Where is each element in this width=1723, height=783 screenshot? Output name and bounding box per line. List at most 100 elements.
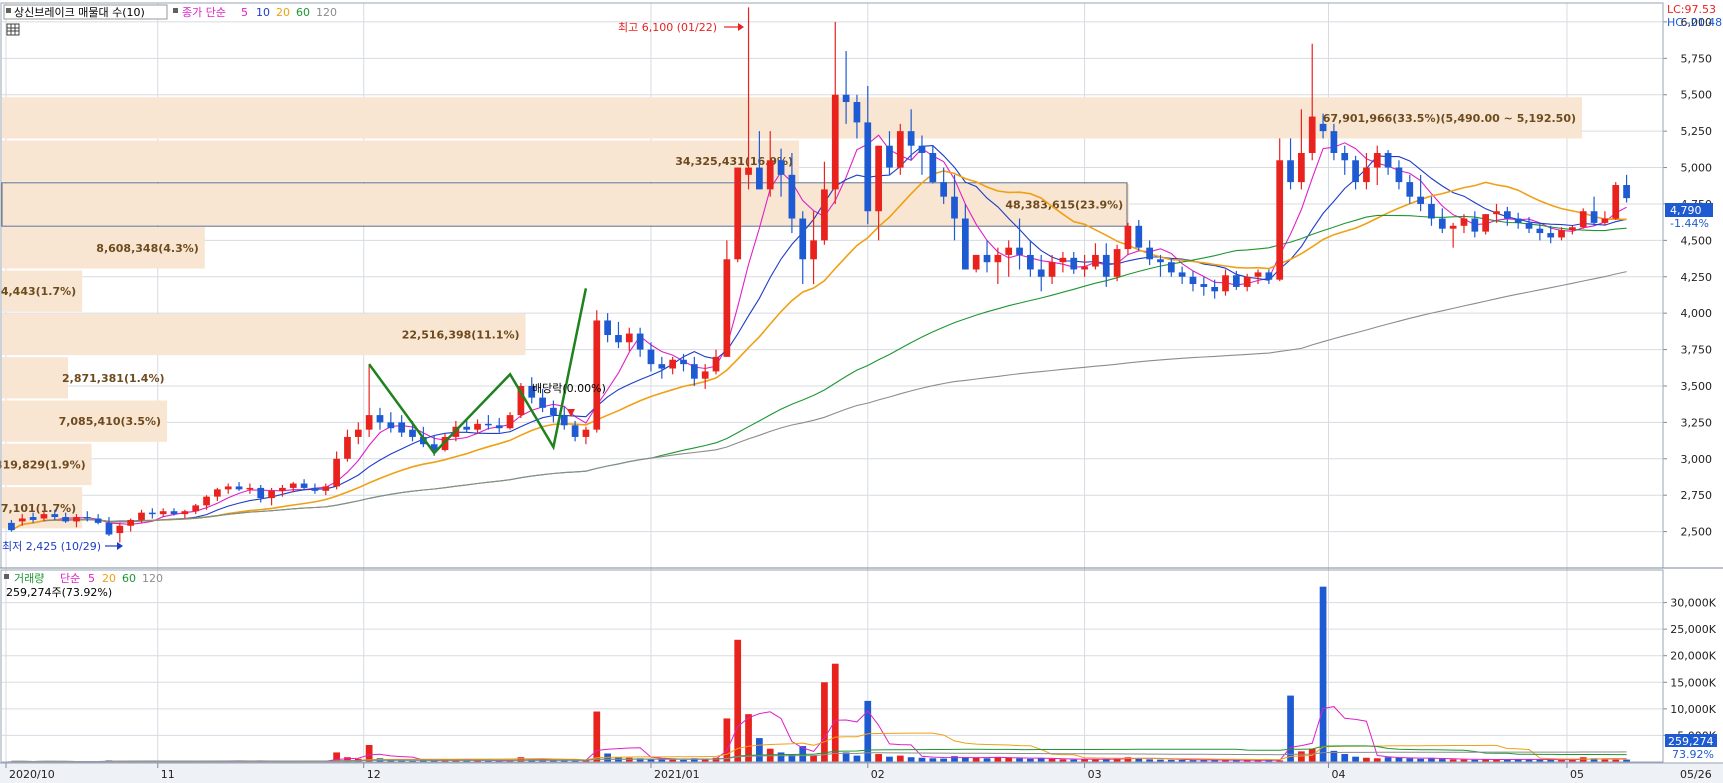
candle-body bbox=[994, 254, 1002, 263]
candle-body bbox=[1623, 185, 1630, 199]
candle-body bbox=[615, 335, 622, 343]
candle-body bbox=[940, 182, 948, 197]
x-tick-label: 03 bbox=[1088, 768, 1102, 781]
candle-body bbox=[593, 320, 601, 430]
candle-body bbox=[1525, 222, 1533, 229]
volume-bar bbox=[929, 758, 937, 762]
candle-body bbox=[94, 518, 102, 523]
candle-body bbox=[1579, 211, 1587, 228]
candle-body bbox=[159, 511, 167, 515]
candle-body bbox=[1352, 160, 1359, 183]
profile-label: 67,901,966(33.5%)(5,490.00 ~ 5,192.50) bbox=[1323, 112, 1576, 125]
candle-body bbox=[723, 259, 731, 357]
candle-body bbox=[929, 152, 937, 183]
y-tick-label: 2,750 bbox=[1681, 489, 1713, 502]
volume-bar bbox=[972, 757, 980, 762]
candle-body bbox=[1232, 275, 1240, 287]
candle-body bbox=[398, 422, 406, 433]
y-tick-label: 4,500 bbox=[1681, 234, 1713, 247]
candle-body bbox=[105, 522, 113, 535]
candle-body bbox=[1514, 218, 1522, 223]
candle-body bbox=[972, 254, 980, 270]
y-tick-label: 3,750 bbox=[1681, 344, 1713, 357]
candle-body bbox=[73, 517, 80, 522]
volume-bar bbox=[918, 757, 926, 762]
candle-body bbox=[842, 94, 850, 103]
volume-bar bbox=[1363, 757, 1370, 762]
volume-title[interactable]: 거래량 bbox=[14, 572, 44, 585]
candle-body bbox=[485, 423, 492, 426]
indicator-title[interactable]: 상신브레이크 매물대 수(10) bbox=[14, 6, 145, 19]
candle-body bbox=[344, 436, 351, 459]
candle-body bbox=[83, 517, 91, 519]
ma-title[interactable]: 종가 단순 bbox=[182, 6, 226, 19]
ma-period-120[interactable]: 120 bbox=[316, 6, 337, 19]
volume-bar bbox=[940, 758, 948, 762]
y-tick-label: 5,750 bbox=[1681, 52, 1713, 65]
candle-body bbox=[777, 160, 785, 175]
candle-body bbox=[1037, 269, 1045, 277]
candle-body bbox=[1373, 152, 1381, 168]
volume-bar bbox=[1037, 758, 1045, 762]
candle-body bbox=[875, 145, 882, 212]
candle-body bbox=[192, 505, 200, 512]
candle-body bbox=[669, 359, 677, 369]
candle-body bbox=[170, 511, 178, 515]
profile-bar bbox=[2, 357, 69, 399]
legend-square-icon bbox=[4, 574, 9, 579]
volume-ma-60[interactable]: 60 bbox=[122, 572, 136, 585]
hc-indicator: HC:-21.48 bbox=[1667, 16, 1722, 29]
candle-body bbox=[1135, 225, 1143, 248]
ma-period-5[interactable]: 5 bbox=[241, 6, 248, 19]
stock-chart: 67,901,966(33.5%)(5,490.00 ~ 5,192.50) 34… bbox=[0, 0, 1723, 783]
candle-body bbox=[1417, 196, 1424, 204]
candle-body bbox=[1167, 262, 1175, 273]
candle-body bbox=[1438, 218, 1446, 229]
candle-body bbox=[582, 429, 590, 437]
candle-body bbox=[745, 167, 752, 175]
candle-body bbox=[1070, 257, 1078, 270]
profile-label: 2,871,381(1.4%) bbox=[62, 372, 165, 385]
table-icon[interactable] bbox=[6, 23, 20, 36]
y-tick-label: 3,000 bbox=[1681, 453, 1713, 466]
candle-body bbox=[788, 174, 796, 219]
candle-body bbox=[864, 122, 872, 212]
volume-bar bbox=[951, 756, 958, 762]
candle-body bbox=[734, 167, 742, 260]
profile-label: 7,085,410(3.5%) bbox=[59, 415, 162, 428]
candle-body bbox=[235, 486, 243, 490]
ma-period-20[interactable]: 20 bbox=[276, 6, 290, 19]
candle-body bbox=[766, 160, 774, 190]
candle-body bbox=[1059, 257, 1067, 263]
candle-body bbox=[376, 415, 384, 423]
candle-body bbox=[1308, 116, 1316, 153]
ma-period-60[interactable]: 60 bbox=[296, 6, 310, 19]
candle-body bbox=[1547, 233, 1555, 238]
candle-body bbox=[300, 483, 308, 488]
candle-body bbox=[896, 131, 904, 168]
volume-ma-title[interactable]: 단순 bbox=[60, 572, 80, 585]
ma-period-10[interactable]: 10 bbox=[256, 6, 270, 19]
current-price: 4,790 bbox=[1670, 204, 1702, 217]
volume-ma-120[interactable]: 120 bbox=[142, 572, 163, 585]
volume-bar bbox=[1384, 757, 1392, 762]
candle-body bbox=[560, 415, 568, 426]
candle-body bbox=[409, 429, 416, 437]
candle-body bbox=[246, 487, 254, 490]
volume-ma-5[interactable]: 5 bbox=[88, 572, 95, 585]
candle-body bbox=[18, 518, 26, 522]
volume-current: 259,274주(73.92%) bbox=[6, 586, 112, 599]
volume-bar bbox=[896, 755, 904, 762]
x-tick-label: 12 bbox=[367, 768, 381, 781]
y-tick-label: 3,500 bbox=[1681, 380, 1713, 393]
dividend-label: 배당락(0.00%) bbox=[532, 382, 606, 395]
volume-ma-20[interactable]: 20 bbox=[102, 572, 116, 585]
candle-body bbox=[831, 94, 839, 190]
volume-bar bbox=[734, 639, 742, 762]
candle-body bbox=[224, 486, 232, 490]
candle-body bbox=[1189, 276, 1197, 285]
candle-body bbox=[1200, 284, 1208, 287]
candle-body bbox=[1102, 254, 1110, 277]
candle-body bbox=[604, 320, 611, 336]
volume-current-badge-value: 259,274 bbox=[1668, 735, 1714, 748]
